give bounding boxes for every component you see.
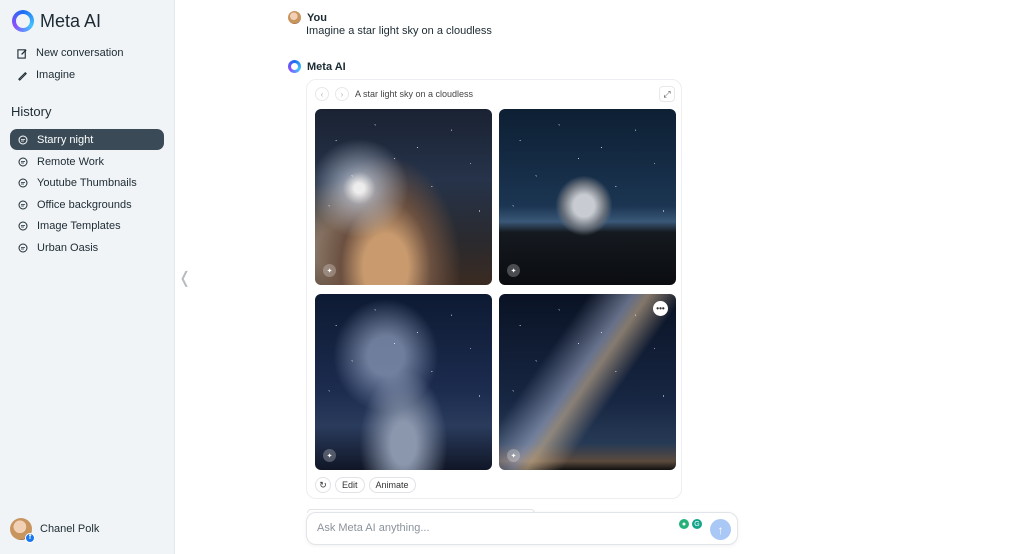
stars-overlay (499, 294, 676, 470)
meta-ai-ring-icon (12, 10, 34, 32)
stars-overlay (315, 294, 492, 470)
chat-bubble-icon (17, 134, 29, 146)
user-avatar (288, 11, 301, 24)
user-message-text: Imagine a star light sky on a cloudless (306, 25, 492, 37)
card-prompt: A star light sky on a cloudless (355, 89, 474, 99)
chat-bubble-icon (17, 156, 29, 168)
edit-button[interactable]: Edit (335, 477, 365, 493)
card-actions: ↻ Edit Animate (315, 477, 416, 493)
sparkle-icon: ✦ (507, 264, 520, 277)
chat-bubble-icon (17, 177, 29, 189)
image-result-card: ‹ › A star light sky on a cloudless ⤢ ✦ … (306, 79, 682, 499)
generated-image-2[interactable]: ✦ (499, 109, 676, 285)
previous-arrow-icon[interactable]: ‹ (315, 87, 329, 101)
sparkle-icon: ✦ (323, 264, 336, 277)
app-title: Meta AI (40, 10, 102, 31)
user-profile[interactable]: f Chanel Polk (10, 518, 100, 543)
animate-button[interactable]: Animate (368, 477, 416, 493)
generated-image-1[interactable]: ✦ (315, 109, 492, 285)
meta-ai-logo[interactable]: Meta AI (12, 10, 101, 32)
history-item-remote-work[interactable]: Remote Work (10, 151, 164, 172)
ai-message-author: Meta AI (307, 60, 346, 73)
extension-bulb-icon[interactable]: ● (679, 519, 689, 529)
history-item-office-backgrounds[interactable]: Office backgrounds (10, 194, 164, 215)
history-item-starry-night[interactable]: Starry night (10, 129, 164, 150)
imagine-label: Imagine (36, 69, 76, 81)
history-item-label: Remote Work (37, 155, 105, 168)
grammarly-icon[interactable]: G (692, 519, 702, 529)
composer: ● G ↑ (306, 512, 738, 545)
generated-image-4[interactable]: ••• ✦ (499, 294, 676, 470)
sparkle-icon: ✦ (507, 449, 520, 462)
chat-bubble-icon (17, 199, 29, 211)
history-item-label: Youtube Thumbnails (37, 176, 137, 189)
history-item-youtube-thumbnails[interactable]: Youtube Thumbnails (10, 172, 164, 193)
facebook-icon: f (25, 533, 35, 543)
next-arrow-icon[interactable]: › (335, 87, 349, 101)
chat-bubble-icon (17, 220, 29, 232)
history-item-label: Image Templates (37, 219, 121, 232)
history-item-label: Starry night (37, 133, 94, 146)
sparkle-icon: ✦ (323, 449, 336, 462)
chat-bubble-icon (17, 242, 29, 254)
new-conversation-button[interactable]: New conversation (10, 43, 164, 63)
message-input[interactable] (317, 522, 667, 534)
imagine-button[interactable]: Imagine (10, 65, 164, 85)
generated-image-3[interactable]: ✦ (315, 294, 492, 470)
avatar: f (10, 518, 35, 543)
history-item-image-templates[interactable]: Image Templates (10, 215, 164, 236)
card-toolbar: ‹ › A star light sky on a cloudless (315, 87, 473, 101)
regenerate-icon[interactable]: ↻ (315, 477, 331, 493)
stars-overlay (499, 109, 676, 285)
ai-message-header: Meta AI (288, 60, 346, 73)
history-item-label: Office backgrounds (37, 198, 132, 211)
expand-icon[interactable]: ⤢ (659, 86, 675, 102)
pencil-icon (16, 69, 28, 81)
sidebar: Meta AI New conversation Imagine History… (0, 0, 175, 554)
new-conversation-label: New conversation (36, 47, 124, 59)
meta-ai-ring-icon (288, 60, 301, 73)
send-button[interactable]: ↑ (710, 519, 731, 540)
collapse-sidebar-chevron-icon[interactable]: ❬ (178, 268, 191, 288)
history-item-label: Urban Oasis (37, 241, 99, 254)
edit-icon (16, 47, 28, 59)
stars-overlay (315, 109, 492, 285)
more-options-icon[interactable]: ••• (653, 301, 668, 316)
user-message-header: You (288, 11, 327, 24)
history-item-urban-oasis[interactable]: Urban Oasis (10, 237, 164, 258)
history-heading: History (11, 104, 52, 119)
user-message-author: You (307, 11, 327, 24)
user-name: Chanel Polk (40, 523, 100, 535)
